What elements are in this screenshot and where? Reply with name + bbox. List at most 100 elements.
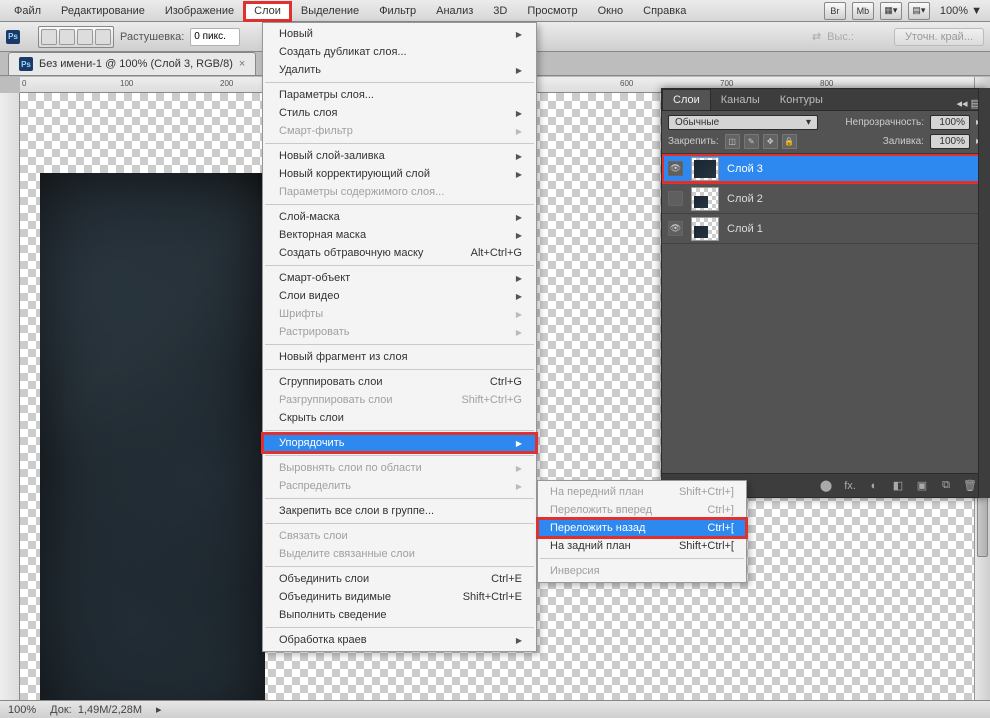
menu-item-label: Разгруппировать слои <box>279 394 393 406</box>
menu-item[interactable]: Слои видео▶ <box>263 287 536 305</box>
menu-item[interactable]: Удалить▶ <box>263 61 536 79</box>
panel-collapse-strip[interactable] <box>978 88 990 498</box>
layer-row[interactable]: 👁Слой 1 <box>662 214 987 244</box>
zoom-level[interactable]: 100% ▼ <box>936 5 986 17</box>
selection-new-icon[interactable] <box>41 29 57 45</box>
menu-select[interactable]: Выделение <box>291 2 369 20</box>
menu-item-label: Новый <box>279 28 313 40</box>
screenmode-button[interactable]: ▦▾ <box>880 2 902 20</box>
bridge-button[interactable]: Br <box>824 2 846 20</box>
status-arrow-icon[interactable]: ▸ <box>156 703 162 716</box>
menu-item[interactable]: Выполнить сведение <box>263 606 536 624</box>
submenu-item[interactable]: Переложить назадCtrl+[ <box>538 519 746 537</box>
menu-item-label: Смарт-объект <box>279 272 350 284</box>
minibridge-button[interactable]: Mb <box>852 2 874 20</box>
visibility-eye-icon[interactable]: 👁 <box>668 221 683 236</box>
menu-item[interactable]: Слой-маска▶ <box>263 208 536 226</box>
menu-edit[interactable]: Редактирование <box>51 2 155 20</box>
menu-3d[interactable]: 3D <box>483 2 517 20</box>
submenu-arrow-icon: ▶ <box>516 66 522 75</box>
panel-tabs: Слои Каналы Контуры ◂◂ ▤ <box>662 89 987 111</box>
submenu-arrow-icon: ▶ <box>516 152 522 161</box>
menu-item: Параметры содержимого слоя... <box>263 183 536 201</box>
lock-position-icon[interactable]: ✥ <box>763 134 778 149</box>
lock-pixels-icon[interactable]: ✎ <box>744 134 759 149</box>
menu-item-label: Новый слой-заливка <box>279 150 385 162</box>
menu-window[interactable]: Окно <box>588 2 634 20</box>
menu-item[interactable]: Закрепить все слои в группе... <box>263 502 536 520</box>
submenu-arrow-icon: ▶ <box>516 482 522 491</box>
lock-icons: ◫ ✎ ✥ 🔒 <box>725 134 797 149</box>
new-layer-icon[interactable]: ⧉ <box>937 479 955 492</box>
blend-mode-select[interactable]: Обычные▾ <box>668 115 818 130</box>
menu-item[interactable]: Создать дубликат слоя... <box>263 43 536 61</box>
menu-item[interactable]: Объединить видимыеShift+Ctrl+E <box>263 588 536 606</box>
menu-item: Смарт-фильтр▶ <box>263 122 536 140</box>
menu-item[interactable]: Смарт-объект▶ <box>263 269 536 287</box>
menu-item-label: Новый корректирующий слой <box>279 168 430 180</box>
submenu-item-label: Переложить вперед <box>550 504 652 516</box>
layer-row[interactable]: 👁Слой 3 <box>662 154 987 184</box>
arrange-button[interactable]: ▤▾ <box>908 2 930 20</box>
menu-item[interactable]: Стиль слоя▶ <box>263 104 536 122</box>
menu-filter[interactable]: Фильтр <box>369 2 426 20</box>
group-icon[interactable]: ▣ <box>913 479 931 492</box>
feather-input[interactable] <box>190 28 240 46</box>
menu-item: Разгруппировать слоиShift+Ctrl+G <box>263 391 536 409</box>
main-menu-bar: Файл Редактирование Изображение Слои Выд… <box>0 0 990 22</box>
tab-channels[interactable]: Каналы <box>711 90 770 110</box>
menu-view[interactable]: Просмотр <box>517 2 587 20</box>
opacity-label: Непрозрачность: <box>845 117 924 128</box>
tab-layers[interactable]: Слои <box>662 89 711 110</box>
menu-item-label: Выполнить сведение <box>279 609 387 621</box>
menu-image[interactable]: Изображение <box>155 2 244 20</box>
selection-intersect-icon[interactable] <box>95 29 111 45</box>
layer-thumbnail[interactable] <box>691 187 719 211</box>
menu-item[interactable]: Новый слой-заливка ▶ <box>263 147 536 165</box>
tab-paths[interactable]: Контуры <box>770 90 833 110</box>
canvas-image <box>40 173 265 700</box>
lock-transparent-icon[interactable]: ◫ <box>725 134 740 149</box>
submenu-item[interactable]: На задний планShift+Ctrl+[ <box>538 537 746 555</box>
menu-shortcut: Shift+Ctrl+E <box>463 591 522 603</box>
link-layers-icon[interactable]: ⬤ <box>817 479 835 492</box>
selection-subtract-icon[interactable] <box>77 29 93 45</box>
menu-item[interactable]: Скрыть слои <box>263 409 536 427</box>
menu-item[interactable]: Новый корректирующий слой▶ <box>263 165 536 183</box>
layer-thumbnail[interactable] <box>691 157 719 181</box>
menu-layers[interactable]: Слои <box>244 2 291 20</box>
layer-thumbnail[interactable] <box>691 217 719 241</box>
menu-file[interactable]: Файл <box>4 2 51 20</box>
fx-icon[interactable]: fx. <box>841 480 859 492</box>
refine-edge-button[interactable]: Уточн. край... <box>894 28 984 46</box>
menu-item-label: Новый фрагмент из слоя <box>279 351 408 363</box>
fill-input[interactable]: 100% <box>930 134 970 149</box>
lock-all-icon[interactable]: 🔒 <box>782 134 797 149</box>
menu-item[interactable]: Параметры слоя... <box>263 86 536 104</box>
document-tab[interactable]: Ps Без имени-1 @ 100% (Слой 3, RGB/8) × <box>8 52 256 75</box>
menu-item[interactable]: Новый фрагмент из слоя <box>263 348 536 366</box>
status-zoom[interactable]: 100% <box>8 704 36 716</box>
menu-analysis[interactable]: Анализ <box>426 2 483 20</box>
document-title: Без имени-1 @ 100% (Слой 3, RGB/8) <box>39 58 233 70</box>
menu-item-label: Обработка краев <box>279 634 367 646</box>
menu-item[interactable]: Векторная маска▶ <box>263 226 536 244</box>
mask-icon[interactable]: ◐ <box>865 480 883 492</box>
adjustment-icon[interactable]: ◧ <box>889 479 907 492</box>
close-tab-icon[interactable]: × <box>239 58 245 70</box>
menu-help[interactable]: Справка <box>633 2 696 20</box>
menu-item[interactable]: Создать обтравочную маскуAlt+Ctrl+G <box>263 244 536 262</box>
menu-item-label: Закрепить все слои в группе... <box>279 505 434 517</box>
menu-item[interactable]: Сгруппировать слоиCtrl+G <box>263 373 536 391</box>
layer-row[interactable]: Слой 2 <box>662 184 987 214</box>
delete-layer-icon[interactable]: 🗑 <box>961 479 979 492</box>
visibility-eye-icon[interactable]: 👁 <box>668 161 683 176</box>
menu-item[interactable]: Новый▶ <box>263 25 536 43</box>
menu-item[interactable]: Объединить слоиCtrl+E <box>263 570 536 588</box>
opacity-input[interactable]: 100% <box>930 115 970 130</box>
visibility-eye-icon[interactable] <box>668 191 683 206</box>
submenu-arrow-icon: ▶ <box>516 310 522 319</box>
selection-add-icon[interactable] <box>59 29 75 45</box>
menu-item[interactable]: Упорядочить▶ <box>263 434 536 452</box>
menu-item[interactable]: Обработка краев▶ <box>263 631 536 649</box>
